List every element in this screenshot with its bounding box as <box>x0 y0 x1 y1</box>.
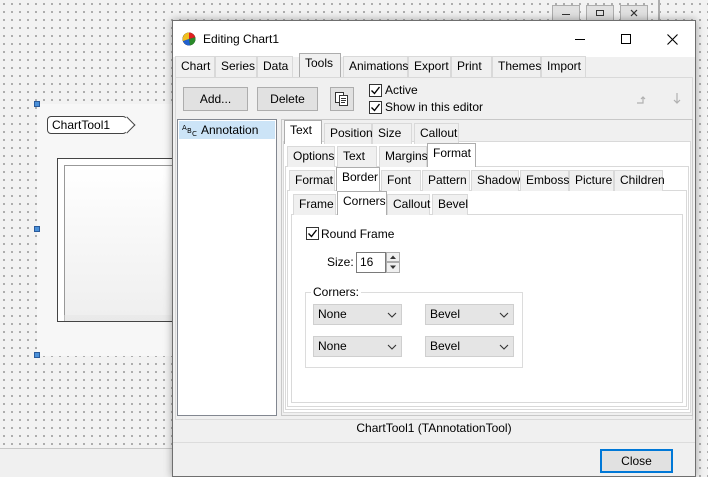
tab-text-sub[interactable]: Text <box>337 146 377 167</box>
tab-shadow[interactable]: Shadow <box>471 170 520 191</box>
tab-callout[interactable]: Callout <box>414 123 459 144</box>
dialog-title: Editing Chart1 <box>203 32 280 46</box>
copy-tool-button[interactable] <box>330 87 354 111</box>
dialog-titlebar[interactable]: Editing Chart1 <box>173 21 695 57</box>
move-up-icon[interactable] <box>635 93 649 107</box>
checkmark-icon <box>371 86 381 95</box>
tab-export[interactable]: Export <box>408 56 451 77</box>
designer-minimize-button[interactable] <box>552 5 580 21</box>
dialog-minimize-button[interactable] <box>557 21 603 57</box>
delete-tool-button[interactable]: Delete <box>257 87 318 111</box>
tab-tools[interactable]: Tools <box>299 53 341 77</box>
corners-group-label: Corners: <box>311 285 362 299</box>
tab-animations[interactable]: Animations <box>343 56 408 77</box>
tab-bevel[interactable]: Bevel <box>432 194 468 215</box>
corner-top-right-value: Bevel <box>430 307 461 321</box>
selection-handle[interactable] <box>34 352 40 358</box>
editing-chart-dialog: Editing Chart1 Chart Series Data Tools A… <box>172 20 696 477</box>
corner-top-left-value: None <box>318 307 347 321</box>
tab-themes[interactable]: Themes <box>492 56 541 77</box>
tab-position[interactable]: Position <box>324 123 373 144</box>
corner-bottom-left-value: None <box>318 339 347 353</box>
close-icon <box>666 33 678 45</box>
selection-handle[interactable] <box>34 226 40 232</box>
chevron-down-icon <box>494 305 513 324</box>
show-in-editor-checkbox[interactable] <box>369 101 382 114</box>
list-item-label: Annotation <box>201 123 259 137</box>
copy-icon <box>335 92 348 106</box>
tab-options[interactable]: Options <box>287 146 335 167</box>
arrow-down-icon <box>390 265 396 269</box>
tab-callout-sub[interactable]: Callout <box>387 194 430 215</box>
tab-emboss[interactable]: Emboss <box>520 170 569 191</box>
chevron-down-icon <box>382 337 401 356</box>
corner-bottom-right-select[interactable]: Bevel <box>425 336 514 357</box>
list-item[interactable]: A B C Annotation <box>179 121 275 139</box>
tab-corners[interactable]: Corners <box>337 191 387 215</box>
dialog-close-button[interactable] <box>649 21 695 57</box>
size-label: Size: <box>327 255 354 269</box>
corner-top-left-select[interactable]: None <box>313 304 402 325</box>
tab-text[interactable]: Text <box>284 120 322 144</box>
corner-bottom-left-select[interactable]: None <box>313 336 402 357</box>
close-icon <box>630 9 638 17</box>
selection-handle[interactable] <box>34 101 40 107</box>
tab-pattern[interactable]: Pattern <box>422 170 470 191</box>
show-in-editor-label: Show in this editor <box>385 100 484 114</box>
active-label: Active <box>385 83 418 97</box>
designer-close-button[interactable] <box>620 5 648 21</box>
minimize-icon <box>575 39 585 40</box>
size-spin-down[interactable] <box>386 262 400 273</box>
restore-icon <box>596 10 604 16</box>
size-spin-up[interactable] <box>386 252 400 262</box>
designer-bottom-strip <box>0 448 176 477</box>
add-tool-button[interactable]: Add... <box>183 87 248 111</box>
tab-data[interactable]: Data <box>257 56 293 77</box>
chevron-down-icon <box>494 337 513 356</box>
annotation-icon: A B C <box>182 124 197 137</box>
tab-margins[interactable]: Margins <box>379 146 428 167</box>
round-frame-checkbox[interactable] <box>306 227 319 240</box>
chevron-down-icon <box>382 305 401 324</box>
tab-font[interactable]: Font <box>381 170 421 191</box>
tab-frame[interactable]: Frame <box>293 194 336 215</box>
checkmark-icon <box>308 229 318 238</box>
chart-app-icon <box>182 32 196 46</box>
move-down-icon[interactable] <box>671 91 685 107</box>
chart-annotation-inner <box>64 165 177 315</box>
tab-series[interactable]: Series <box>215 56 257 77</box>
tab-import[interactable]: Import <box>541 56 586 77</box>
tab-print[interactable]: Print <box>451 56 492 77</box>
tab-format-sub[interactable]: Format <box>289 170 335 191</box>
tab-border[interactable]: Border <box>336 167 380 191</box>
minimize-icon <box>562 14 570 15</box>
tab-format[interactable]: Format <box>427 143 476 167</box>
tab-children[interactable]: Children <box>614 170 665 191</box>
tab-chart[interactable]: Chart <box>175 56 215 77</box>
tab-size[interactable]: Size <box>372 123 412 144</box>
round-frame-label: Round Frame <box>321 227 395 241</box>
checkmark-icon <box>371 103 381 112</box>
active-checkbox[interactable] <box>369 84 382 97</box>
svg-text:C: C <box>192 130 197 137</box>
close-button[interactable]: Close <box>600 449 673 473</box>
tools-listbox[interactable]: A B C Annotation <box>177 119 277 416</box>
designer-maximize-button[interactable] <box>586 5 614 21</box>
corner-bottom-right-value: Bevel <box>430 339 461 353</box>
tab-picture[interactable]: Picture <box>569 170 614 191</box>
corner-top-right-select[interactable]: Bevel <box>425 304 514 325</box>
size-input[interactable]: 16 <box>356 252 386 273</box>
arrow-up-icon <box>390 255 396 259</box>
selected-tool-status: ChartTool1 (TAnnotationTool) <box>356 421 512 435</box>
dialog-maximize-button[interactable] <box>603 21 649 57</box>
chart-tool-callout[interactable]: ChartTool1 <box>47 116 128 134</box>
maximize-icon <box>621 34 631 44</box>
